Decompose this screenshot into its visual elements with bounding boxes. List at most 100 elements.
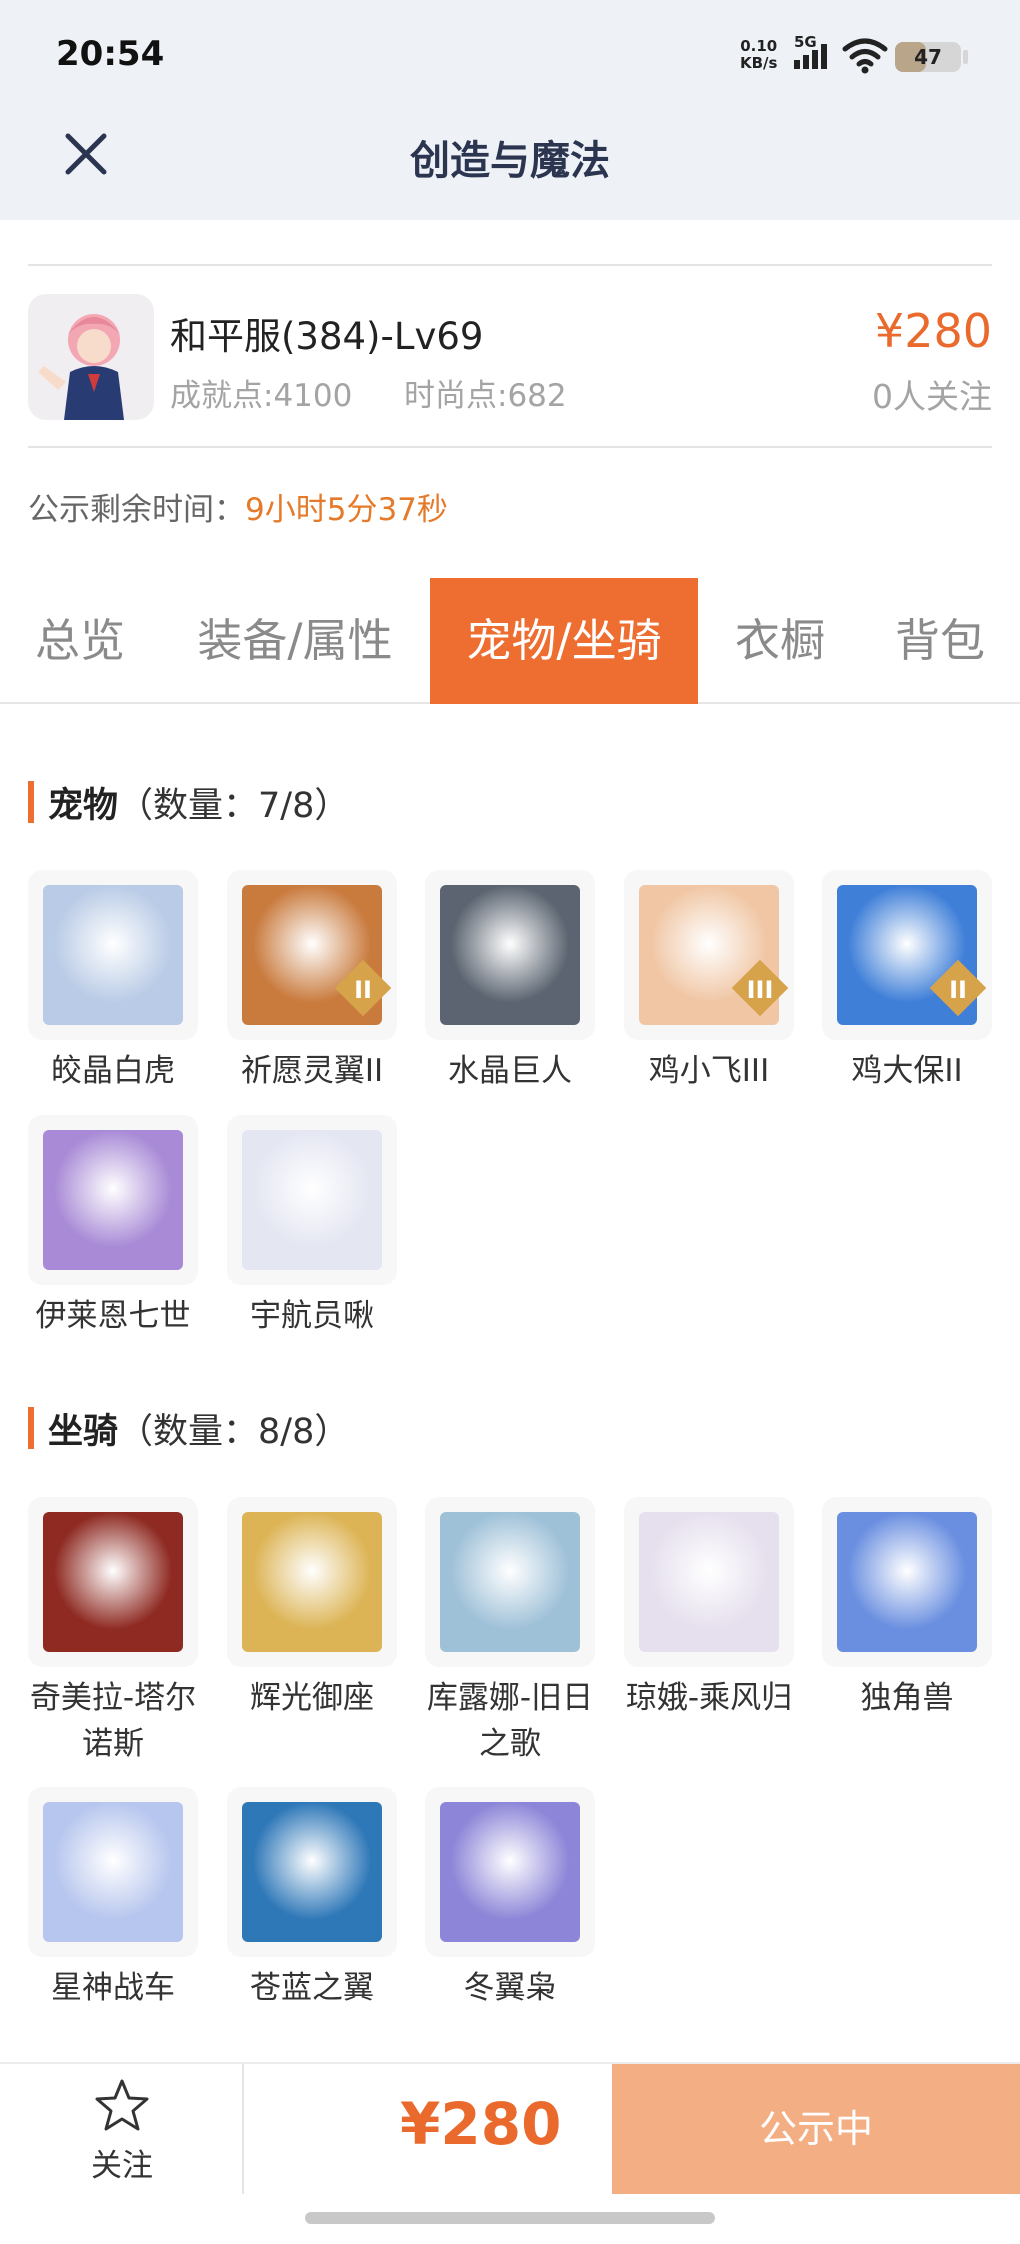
elaine-icon: [43, 1130, 183, 1270]
item-thumbnail: [28, 870, 198, 1040]
mounts-section-header: 坐骑（数量：8/8）: [28, 1403, 349, 1454]
tab-overview[interactable]: 总览: [0, 578, 160, 704]
tier-badge-label: III: [746, 976, 774, 1004]
fashion-points: 时尚点:682: [404, 378, 567, 414]
status-time: 20:54: [56, 34, 165, 74]
follow-label: 关注: [91, 2148, 153, 2184]
winter-owl-icon: [440, 1802, 580, 1942]
pets-mounts-panel: 宠物（数量：7/8） 皎晶白虎 II 祈愿灵翼II 水晶巨人 III 鸡小飞III II 鸡大…: [0, 705, 1020, 2035]
tab-pets-mounts[interactable]: 宠物/坐骑: [430, 578, 698, 704]
mount-item[interactable]: 琼娥-乘风归: [624, 1497, 794, 1721]
mount-item[interactable]: 辉光御座: [227, 1497, 397, 1721]
star-chariot-icon: [43, 1802, 183, 1942]
item-thumbnail: [624, 1497, 794, 1667]
chimera-icon: [43, 1512, 183, 1652]
divider: [28, 264, 992, 266]
account-name: 和平服(384)-Lv69: [170, 315, 484, 358]
tab-equipment[interactable]: 装备/属性: [175, 578, 415, 704]
item-name: 鸡大保II: [851, 1053, 963, 1089]
signal-icon: 5G: [794, 34, 827, 69]
item-name: 星神战车: [51, 1970, 175, 2006]
mount-item[interactable]: 星神战车: [28, 1787, 198, 2011]
bottom-bar: 关注 ¥280 公示中: [0, 2062, 1020, 2194]
pet-item[interactable]: II 祈愿灵翼II: [227, 870, 397, 1094]
net-speed: 0.10 KB/s: [740, 38, 777, 72]
qiong-e-icon: [639, 1512, 779, 1652]
achievement-points: 成就点:4100: [170, 378, 353, 414]
battery-level: 47: [914, 45, 942, 69]
mount-item[interactable]: 库露娜-旧日之歌: [425, 1497, 595, 1767]
white-tiger-icon: [43, 885, 183, 1025]
star-icon: [95, 2079, 149, 2131]
pet-item[interactable]: III 鸡小飞III: [624, 870, 794, 1094]
item-thumbnail: [425, 870, 595, 1040]
countdown-label: 公示剩余时间：: [28, 492, 245, 528]
battery-tip: [963, 50, 968, 64]
mount-item[interactable]: 奇美拉-塔尔诺斯: [28, 1497, 198, 1767]
tab-backpack[interactable]: 背包: [870, 578, 1010, 704]
mounts-count: （数量：8/8）: [118, 1412, 350, 1452]
follower-count: 0人关注: [872, 377, 992, 416]
tier-badge-label: II: [949, 976, 967, 1004]
page-title: 创造与魔法: [410, 138, 610, 184]
pet-item[interactable]: 水晶巨人: [425, 870, 595, 1094]
radiant-throne-icon: [242, 1512, 382, 1652]
item-name: 祈愿灵翼II: [240, 1053, 384, 1089]
pet-item[interactable]: 伊莱恩七世: [28, 1115, 198, 1339]
status-bar: 20:54 0.10 KB/s 5G 47: [0, 0, 1020, 110]
item-name: 独角兽: [860, 1680, 954, 1716]
item-thumbnail: [28, 1497, 198, 1667]
astronaut-jiu-icon: [242, 1130, 382, 1270]
item-thumbnail: [28, 1787, 198, 1957]
tab-wardrobe[interactable]: 衣橱: [710, 578, 850, 704]
home-indicator[interactable]: [305, 2212, 715, 2224]
item-name: 皎晶白虎: [51, 1053, 175, 1089]
item-name: 苍蓝之翼: [250, 1970, 374, 2006]
tier-badge-label: II: [354, 976, 372, 1004]
item-thumbnail: [28, 1115, 198, 1285]
item-name: 库露娜-旧日之歌: [426, 1680, 594, 1762]
mount-item[interactable]: 独角兽: [822, 1497, 992, 1721]
mount-item[interactable]: 冬翼枭: [425, 1787, 595, 2011]
item-name: 冬翼枭: [463, 1970, 557, 2006]
item-thumbnail: [822, 1497, 992, 1667]
pet-item[interactable]: 宇航员啾: [227, 1115, 397, 1339]
pets-title: 宠物: [48, 786, 119, 826]
kuluna-icon: [440, 1512, 580, 1652]
follow-button[interactable]: 关注: [0, 2064, 244, 2194]
crystal-golem-icon: [440, 885, 580, 1025]
item-name: 奇美拉-塔尔诺斯: [29, 1680, 197, 1762]
network-type: 5G: [794, 34, 817, 51]
item-name: 伊莱恩七世: [35, 1298, 191, 1334]
listing-card[interactable]: 和平服(384)-Lv69 成就点:4100 时尚点:682 ¥280 0人关注…: [0, 220, 1020, 555]
divider: [28, 446, 992, 448]
pet-item[interactable]: II 鸡大保II: [822, 870, 992, 1094]
pet-item[interactable]: 皎晶白虎: [28, 870, 198, 1094]
item-name: 辉光御座: [250, 1680, 374, 1716]
pets-count: （数量：7/8）: [118, 786, 350, 826]
title-bar: 创造与魔法: [0, 110, 1020, 220]
unicorn-icon: [837, 1512, 977, 1652]
countdown-value: 9小时5分37秒: [245, 492, 448, 528]
section-marker: [28, 781, 34, 823]
wifi-icon: [842, 38, 888, 74]
tab-bar: 总览 装备/属性 宠物/坐骑 衣橱 背包: [0, 578, 1020, 704]
item-name: 水晶巨人: [448, 1053, 572, 1089]
mount-item[interactable]: 苍蓝之翼: [227, 1787, 397, 2011]
item-name: 鸡小飞III: [648, 1053, 770, 1089]
item-thumbnail: II: [227, 870, 397, 1040]
status-button[interactable]: 公示中: [612, 2064, 1020, 2194]
item-thumbnail: III: [624, 870, 794, 1040]
section-marker: [28, 1407, 34, 1449]
countdown: 公示剩余时间：9小时5分37秒: [28, 484, 448, 529]
item-thumbnail: [227, 1115, 397, 1285]
item-thumbnail: [425, 1497, 595, 1667]
avatar: [28, 294, 154, 420]
item-thumbnail: [227, 1497, 397, 1667]
net-speed-value: 0.10: [740, 37, 778, 55]
listing-price: ¥280: [874, 304, 992, 358]
battery-icon: 47: [895, 42, 961, 72]
net-speed-unit: KB/s: [740, 54, 778, 72]
character-avatar-icon: [38, 314, 124, 420]
item-name: 宇航员啾: [250, 1298, 374, 1334]
